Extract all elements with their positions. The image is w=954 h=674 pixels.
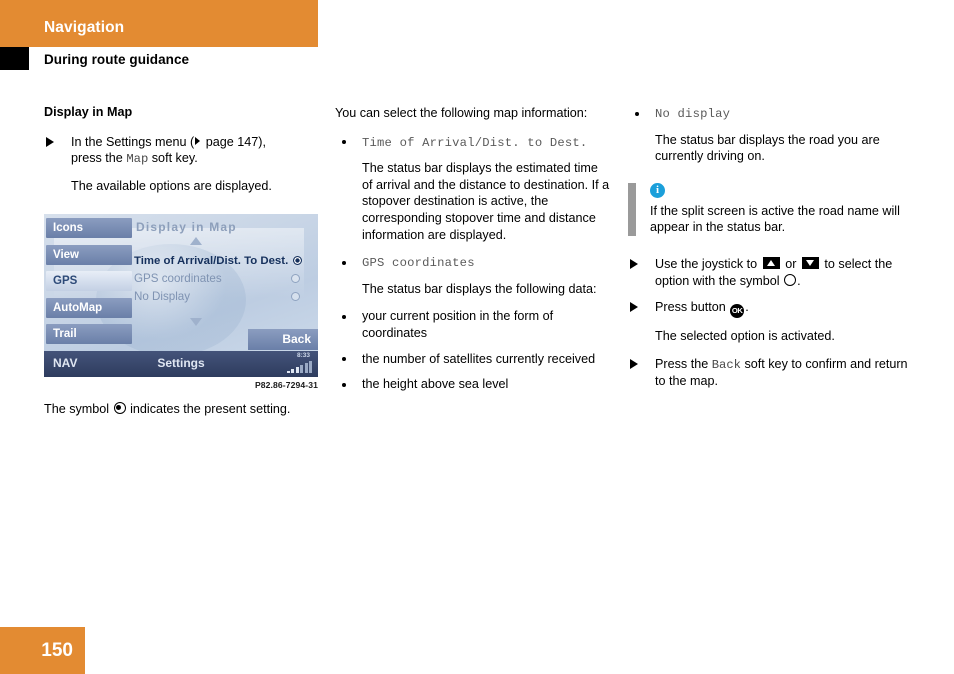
caption-text-part1: The symbol <box>44 402 113 416</box>
option-time-of-arrival[interactable]: Time of Arrival/Dist. To Dest. <box>134 252 318 270</box>
bullet-dot-icon <box>342 260 346 265</box>
ok-button-icon: OK <box>730 304 745 319</box>
map-info-item-time-of-arrival: Time of Arrival/Dist. to Dest. <box>335 134 610 152</box>
filled-radio-symbol-icon <box>113 402 126 414</box>
figure-caption: The symbol indicates the present setting… <box>44 401 319 418</box>
step-text-part2: or <box>781 256 800 271</box>
column-left: Display in Map In the Settings menu ( pa… <box>44 105 319 206</box>
note-text: If the split screen is active the road n… <box>650 203 900 235</box>
step-triangle-icon <box>630 258 638 269</box>
bullet-dot-icon <box>635 111 639 116</box>
softkey-name-map: Map <box>126 152 149 167</box>
radio-selected-icon <box>293 256 302 265</box>
softkey-trail[interactable]: Trail <box>46 324 132 344</box>
option-label: GPS coordinates <box>134 272 222 285</box>
softkey-icons[interactable]: Icons <box>46 218 132 238</box>
page-number: 150 <box>41 640 73 661</box>
map-info-item-gps-coordinates: GPS coordinates <box>335 254 610 272</box>
option-no-display[interactable]: No Display <box>134 288 318 306</box>
step-text-part2: . <box>745 300 749 315</box>
step-text-part1: In the Settings menu ( <box>71 134 195 149</box>
chapter-tab-marker <box>0 47 29 70</box>
map-info-description-gps-coordinates: The status bar displays the following da… <box>362 281 597 296</box>
note-accent-bar <box>628 182 636 236</box>
step-text-part3: soft key. <box>148 151 198 166</box>
step-press-ok: Press button OK. <box>628 299 908 319</box>
step-triangle-icon <box>46 136 54 147</box>
step-text-part4: . <box>797 273 801 288</box>
step-text-part1: Use the joystick to <box>655 256 761 271</box>
status-screen-name: Settings <box>157 356 205 370</box>
scroll-down-arrow-icon <box>190 318 202 326</box>
gps-data-label: the number of satellites currently recei… <box>362 351 596 366</box>
step-open-settings: In the Settings menu ( page 147), press … <box>44 134 319 168</box>
step-result-options-displayed: The available options are displayed. <box>71 178 272 193</box>
gps-data-item-height: the height above sea level <box>335 376 610 393</box>
status-clock: 8:33 <box>296 352 310 359</box>
info-note-block: i If the split screen is active the road… <box>628 182 908 236</box>
bullet-dot-icon <box>342 357 346 362</box>
step-use-joystick: Use the joystick to or to select the opt… <box>628 256 908 289</box>
option-label: No Display <box>134 290 191 303</box>
map-info-description-no-display: The status bar displays the road you are… <box>655 132 880 164</box>
softkey-automap[interactable]: AutoMap <box>46 297 132 318</box>
softkey-view[interactable]: View <box>46 244 132 265</box>
bullet-dot-icon <box>342 140 346 145</box>
joystick-up-icon <box>762 256 780 269</box>
map-info-item-no-display: No display <box>628 105 908 123</box>
step-page-reference: page 147), <box>202 134 266 149</box>
chapter-title: Navigation <box>44 19 125 36</box>
section-title: During route guidance <box>44 52 190 67</box>
column-right: No display The status bar displays the r… <box>628 105 908 400</box>
map-info-option-name: No display <box>655 107 731 121</box>
page-number-box: 150 <box>0 627 85 674</box>
caption-text-part2: indicates the present setting. <box>126 402 291 416</box>
softkey-back[interactable]: Back <box>248 329 318 350</box>
step-text-part1: Press the <box>655 356 712 371</box>
gps-data-label: your current position in the form of coo… <box>362 309 554 340</box>
step-press-back: Press the Back soft key to confirm and r… <box>628 356 908 390</box>
radio-unselected-icon <box>291 274 300 283</box>
map-info-option-name: Time of Arrival/Dist. to Dest. <box>362 135 588 150</box>
empty-radio-symbol-icon <box>784 273 797 286</box>
radio-unselected-icon <box>291 292 300 301</box>
gps-data-item-satellites: the number of satellites currently recei… <box>335 351 610 368</box>
softkey-name-back: Back <box>711 357 741 372</box>
scroll-up-arrow-icon <box>190 237 202 245</box>
screen-status-bar: NAV Settings 8:33 <box>44 351 318 377</box>
step-text-part1: Press button <box>655 300 730 315</box>
gps-data-item-position: your current position in the form of coo… <box>335 308 610 341</box>
page-reference-arrow-icon <box>195 136 201 145</box>
intro-paragraph: You can select the following map informa… <box>335 106 588 120</box>
manual-page: Navigation During route guidance Display… <box>0 0 954 674</box>
map-info-option-name: GPS coordinates <box>362 256 475 271</box>
map-info-description-time-of-arrival: The status bar displays the estimated ti… <box>362 161 610 242</box>
screen-title: Display in Map <box>136 220 237 234</box>
subsection-heading: Display in Map <box>44 105 133 119</box>
nav-screen: Display in Map Icons View GPS AutoMap Tr… <box>44 214 318 377</box>
joystick-down-icon <box>801 256 819 269</box>
step-result-option-activated: The selected option is activated. <box>655 329 835 344</box>
figure-nav-screen: Display in Map Icons View GPS AutoMap Tr… <box>44 214 318 390</box>
info-icon: i <box>650 182 665 198</box>
step-triangle-icon <box>630 302 638 313</box>
signal-strength-icon <box>286 361 312 373</box>
step-text-part2: press the <box>71 151 127 166</box>
softkey-gps[interactable]: GPS <box>46 271 132 291</box>
screen-softkey-column: Icons View GPS AutoMap Trail <box>46 218 132 351</box>
column-middle: You can select the following map informa… <box>335 105 610 402</box>
gps-data-label: the height above sea level <box>362 377 509 392</box>
step-triangle-icon <box>630 358 638 369</box>
option-label: Time of Arrival/Dist. To Dest. <box>134 255 289 267</box>
screen-option-list: Time of Arrival/Dist. To Dest. GPS coord… <box>134 252 318 306</box>
bullet-dot-icon <box>342 314 346 319</box>
figure-id-label: P82.86-7294-31 <box>254 380 318 390</box>
option-gps-coordinates[interactable]: GPS coordinates <box>134 270 318 288</box>
bullet-dot-icon <box>342 382 346 387</box>
